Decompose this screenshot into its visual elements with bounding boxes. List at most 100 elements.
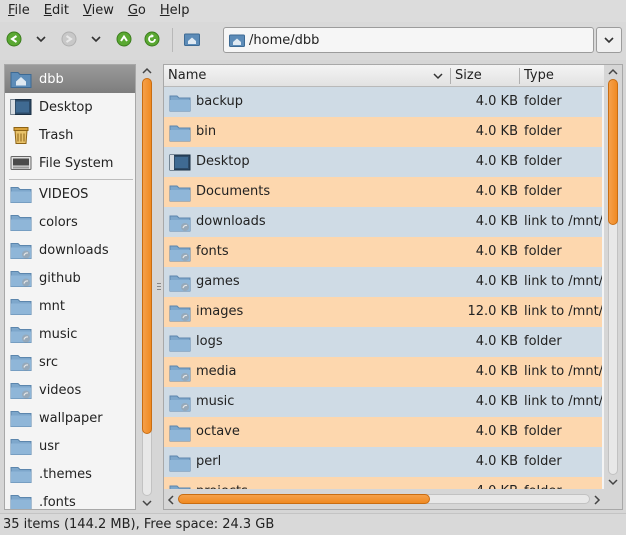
- folder-icon: [10, 411, 32, 427]
- folder-link-icon: [10, 243, 32, 259]
- column-type[interactable]: Type: [524, 65, 554, 87]
- file-vertical-scrollbar[interactable]: [604, 65, 622, 489]
- scroll-up-icon[interactable]: [607, 67, 619, 77]
- file-size: 4.0 KB: [475, 244, 518, 259]
- scroll-down-icon[interactable]: [607, 477, 619, 487]
- forward-history-chevron[interactable]: [90, 33, 102, 43]
- places-item-src[interactable]: src: [5, 348, 135, 376]
- back-button[interactable]: [6, 31, 22, 47]
- back-history-chevron[interactable]: [35, 33, 47, 43]
- table-row[interactable]: media 4.0 KB link to /mnt/r: [164, 357, 602, 387]
- table-row[interactable]: logs 4.0 KB folder: [164, 327, 602, 357]
- file-type: folder: [524, 244, 562, 259]
- file-horizontal-scrollbar[interactable]: [164, 489, 604, 509]
- table-row[interactable]: Desktop 4.0 KB folder: [164, 147, 602, 177]
- places-item-dbb[interactable]: dbb: [5, 65, 135, 93]
- menu-mnemonic: G: [127, 3, 138, 18]
- places-item-music[interactable]: music: [5, 320, 135, 348]
- places-item-github[interactable]: github: [5, 264, 135, 292]
- menu-label-rest: elp: [169, 3, 190, 18]
- home-button[interactable]: [184, 31, 200, 47]
- folder-link-icon: [169, 215, 191, 232]
- places-item-desktop[interactable]: Desktop: [5, 93, 135, 121]
- folder-link-icon: [10, 355, 32, 371]
- up-button[interactable]: [116, 31, 132, 47]
- file-size: 4.0 KB: [475, 184, 518, 199]
- table-row[interactable]: bin 4.0 KB folder: [164, 117, 602, 147]
- scroll-up-icon[interactable]: [141, 66, 153, 76]
- menu-mnemonic: E: [43, 3, 52, 18]
- places-item-label: .themes: [39, 466, 92, 482]
- up-arrow-icon: [116, 31, 132, 47]
- file-vscroll-thumb[interactable]: [608, 79, 618, 225]
- location-bar[interactable]: /home/dbb: [223, 27, 594, 53]
- places-item-trash[interactable]: Trash: [5, 121, 135, 149]
- sort-chevron-icon[interactable]: [432, 71, 444, 81]
- places-item-fonts[interactable]: .fonts: [5, 488, 135, 509]
- desktop-icon: [10, 99, 32, 115]
- folder-icon: [10, 215, 32, 231]
- folder-link-icon: [169, 365, 191, 382]
- places-item-videos[interactable]: VIDEOS: [5, 180, 135, 208]
- menu-file[interactable]: File: [0, 0, 37, 22]
- table-row[interactable]: octave 4.0 KB folder: [164, 417, 602, 447]
- scroll-right-icon[interactable]: [592, 494, 602, 506]
- places-item-wallpaper[interactable]: wallpaper: [5, 404, 135, 432]
- places-item-file-system[interactable]: File System: [5, 149, 135, 177]
- places-item-label: src: [39, 354, 58, 370]
- file-name: bin: [196, 124, 217, 139]
- home-folder-icon: [184, 33, 200, 46]
- table-row[interactable]: projects 4.0 KB folder: [164, 477, 602, 489]
- folder-link-icon: [10, 271, 32, 287]
- places-item-colors[interactable]: colors: [5, 208, 135, 236]
- file-name: Documents: [196, 184, 271, 199]
- location-dropdown-button[interactable]: [596, 27, 622, 53]
- menu-label-rest: o: [137, 3, 146, 18]
- splitter-grip-icon[interactable]: [156, 282, 162, 292]
- chevron-down-icon: [36, 36, 46, 43]
- file-hscroll-thumb[interactable]: [178, 494, 430, 504]
- home-folder-icon: [10, 72, 32, 88]
- chevron-down-icon: [91, 36, 101, 43]
- places-scrollbar[interactable]: [138, 64, 156, 510]
- file-type: folder: [524, 154, 562, 169]
- trash-icon: [13, 127, 29, 144]
- table-row[interactable]: games 4.0 KB link to /mnt/r: [164, 267, 602, 297]
- forward-button[interactable]: [61, 31, 77, 47]
- menu-edit[interactable]: Edit: [37, 0, 76, 22]
- places-item-videos[interactable]: videos: [5, 376, 135, 404]
- table-row[interactable]: perl 4.0 KB folder: [164, 447, 602, 477]
- places-item-downloads[interactable]: downloads: [5, 236, 135, 264]
- reload-button[interactable]: [144, 31, 160, 47]
- column-divider[interactable]: [519, 68, 520, 84]
- table-row[interactable]: music 4.0 KB link to /mnt/r: [164, 387, 602, 417]
- menu-go[interactable]: Go: [121, 0, 153, 22]
- scroll-down-icon[interactable]: [141, 498, 153, 508]
- places-item-label: File System: [39, 155, 114, 171]
- scroll-left-icon[interactable]: [166, 494, 176, 506]
- places-scroll-thumb[interactable]: [142, 78, 152, 434]
- folder-link-icon: [169, 395, 191, 412]
- table-row[interactable]: images 12.0 KB link to /mnt/r: [164, 297, 602, 327]
- table-row[interactable]: Documents 4.0 KB folder: [164, 177, 602, 207]
- file-type: link to /mnt/r: [524, 394, 602, 409]
- file-size: 4.0 KB: [475, 394, 518, 409]
- table-row[interactable]: backup 4.0 KB folder: [164, 87, 602, 117]
- menu-help[interactable]: Help: [153, 0, 197, 22]
- column-divider[interactable]: [450, 68, 451, 84]
- places-item-label: videos: [39, 382, 82, 398]
- column-size[interactable]: Size: [455, 65, 482, 87]
- places-item-label: music: [39, 326, 78, 342]
- column-name[interactable]: Name: [168, 65, 206, 87]
- menu-view[interactable]: View: [76, 0, 121, 22]
- file-size: 4.0 KB: [475, 154, 518, 169]
- places-item-mnt[interactable]: mnt: [5, 292, 135, 320]
- places-item-label: usr: [39, 438, 60, 454]
- places-item-label: Desktop: [39, 99, 93, 115]
- table-row[interactable]: downloads 4.0 KB link to /mnt/r: [164, 207, 602, 237]
- table-row[interactable]: fonts 4.0 KB folder: [164, 237, 602, 267]
- folder-icon: [169, 125, 191, 142]
- places-item-themes[interactable]: .themes: [5, 460, 135, 488]
- places-item-usr[interactable]: usr: [5, 432, 135, 460]
- chevron-down-icon: [604, 37, 614, 44]
